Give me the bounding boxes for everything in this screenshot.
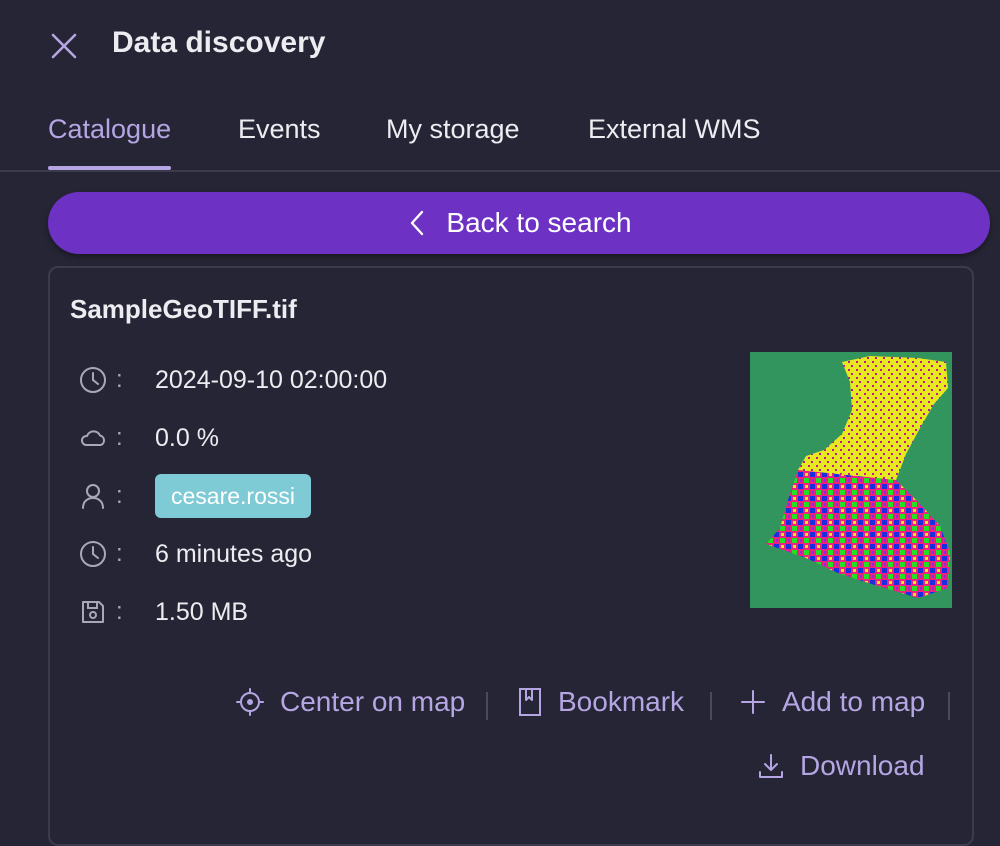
add-to-map-label: Add to map	[782, 686, 926, 717]
tab-bar: Catalogue Events My storage External WMS	[0, 100, 1000, 172]
raster-thumbnail[interactable]	[750, 352, 952, 608]
plus-icon	[741, 690, 765, 714]
clock-icon	[80, 367, 106, 393]
close-button[interactable]	[46, 28, 82, 64]
user-icon	[82, 484, 104, 509]
tab-events[interactable]: Events	[238, 114, 321, 170]
bookmark-button[interactable]: Bookmark	[516, 686, 684, 718]
meta-row-date: : 2024-09-10 02:00:00	[78, 360, 718, 400]
center-on-map-label: Center on map	[280, 686, 466, 717]
back-to-search-button[interactable]: Back to search	[48, 192, 990, 254]
meta-row-owner: : cesare.rossi	[78, 474, 718, 518]
save-icon	[82, 601, 104, 623]
bookmark-icon	[519, 688, 541, 716]
crosshair-icon	[236, 688, 264, 716]
cloud-cover: 0.0 %	[155, 424, 219, 452]
separator-colon: :	[116, 424, 123, 451]
separator-colon: :	[116, 366, 123, 393]
uploaded-time: 6 minutes ago	[155, 540, 313, 568]
chevron-left-icon	[411, 210, 424, 236]
bookmark-label: Bookmark	[558, 686, 685, 717]
center-on-map-button[interactable]: Center on map	[234, 686, 465, 718]
owner-tag[interactable]: cesare.rossi	[155, 474, 311, 518]
panel-header: Data discovery	[0, 0, 1000, 92]
action-divider	[486, 692, 488, 720]
download-icon	[759, 754, 783, 778]
tab-external-wms[interactable]: External WMS	[588, 114, 761, 170]
file-name: SampleGeoTIFF.tif	[70, 294, 297, 324]
tab-catalogue[interactable]: Catalogue	[48, 114, 172, 170]
file-size: 1.50 MB	[155, 598, 249, 626]
action-divider	[948, 692, 950, 720]
close-icon	[51, 33, 77, 59]
download-label: Download	[800, 750, 925, 781]
meta-row-uploaded: : 6 minutes ago	[78, 534, 718, 574]
separator-colon: :	[116, 482, 123, 509]
action-divider	[710, 692, 712, 720]
add-to-map-button[interactable]: Add to map	[738, 686, 925, 718]
cloud-icon	[80, 430, 106, 446]
download-button[interactable]: Download	[756, 750, 925, 782]
panel-title: Data discovery	[112, 26, 326, 59]
acquisition-date: 2024-09-10 02:00:00	[155, 366, 388, 394]
clock-icon	[80, 541, 106, 567]
meta-row-size: : 1.50 MB	[78, 592, 718, 632]
separator-colon: :	[116, 540, 123, 567]
back-to-search-label: Back to search	[446, 207, 632, 238]
tab-my-storage[interactable]: My storage	[386, 114, 520, 170]
separator-colon: :	[116, 598, 123, 625]
meta-row-cloud: : 0.0 %	[78, 418, 718, 458]
